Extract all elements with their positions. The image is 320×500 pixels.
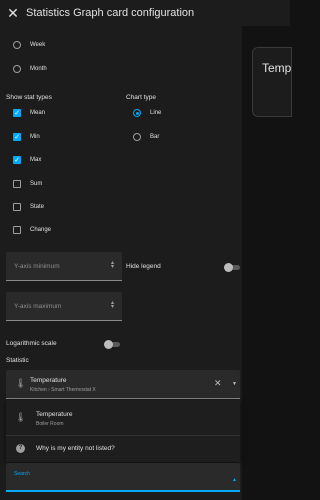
stat-type-mean[interactable]: ✓ Mean	[13, 109, 45, 117]
radio-checked-icon[interactable]	[133, 109, 141, 117]
log-scale-label: Logarithmic scale	[6, 340, 57, 347]
dialog-title: Statistics Graph card configuration	[26, 7, 195, 19]
y-axis-minimum-field[interactable]: Y-axis minimum ▴ ▾	[6, 252, 122, 281]
radio-icon[interactable]	[13, 65, 21, 73]
search-label: Search	[14, 471, 30, 477]
dropdown-arrow-up-icon[interactable]: ▲	[232, 477, 237, 483]
period-option-label: Month	[30, 66, 47, 72]
stepper-icon[interactable]: ▴ ▾	[111, 300, 114, 310]
chart-type-label: Bar	[150, 134, 160, 140]
dropdown-arrow-icon[interactable]: ▼	[232, 381, 237, 387]
thermometer-icon: 🌡	[15, 412, 27, 422]
stat-type-min[interactable]: ✓ Min	[13, 133, 40, 141]
help-circle-icon: ?	[16, 444, 25, 453]
stat-type-label: State	[30, 204, 45, 210]
close-icon[interactable]: ✕	[0, 5, 26, 22]
period-option-month[interactable]: Month	[13, 65, 47, 73]
statistic-picker[interactable]: 🌡 Temperature Kitchen › Smart Thermostat…	[6, 370, 240, 399]
help-option[interactable]: ? Why is my entity not listed?	[6, 436, 240, 462]
stat-type-change[interactable]: Change	[13, 226, 51, 234]
checkbox-icon[interactable]	[13, 203, 21, 211]
help-text: Why is my entity not listed?	[36, 445, 115, 452]
card-preview: Temp	[252, 47, 292, 117]
dropdown-option[interactable]: 🌡 Temperature Boiler Room	[6, 400, 240, 435]
preview-title: Temp	[262, 61, 292, 75]
stat-type-label: Sum	[30, 181, 43, 187]
stat-type-state[interactable]: State	[13, 203, 44, 211]
option-name: Temperature	[36, 411, 73, 418]
chart-type-label: Line	[150, 110, 162, 116]
stat-type-sum[interactable]: Sum	[13, 180, 42, 188]
period-option-label: Week	[30, 42, 46, 48]
dialog-header: ✕ Statistics Graph card configuration	[0, 0, 290, 26]
chart-type-title: Chart type	[126, 94, 156, 101]
clear-icon[interactable]: ✕	[214, 378, 222, 389]
stepper-icon[interactable]: ▴ ▾	[111, 260, 114, 270]
selected-entity-name: Temperature	[30, 377, 67, 384]
toggle-thumb[interactable]	[104, 340, 113, 349]
checkbox-icon[interactable]	[13, 180, 21, 188]
stat-type-label: Change	[30, 227, 52, 233]
hide-legend-label: Hide legend	[126, 263, 161, 270]
radio-icon[interactable]	[13, 41, 21, 49]
thermometer-icon: 🌡	[15, 378, 27, 388]
stat-types-title: Show stat types	[6, 94, 52, 101]
hide-legend-toggle[interactable]	[224, 263, 240, 272]
y-axis-maximum-label: Y-axis maximum	[14, 303, 62, 310]
option-sub: Boiler Room	[36, 421, 64, 427]
radio-icon[interactable]	[133, 133, 141, 141]
period-option-week[interactable]: Week	[13, 41, 45, 49]
statistic-search-field[interactable]: Search ▲	[6, 463, 240, 492]
selected-entity-path: Kitchen › Smart Thermostat X	[30, 387, 96, 393]
chart-type-line[interactable]: Line	[133, 109, 161, 117]
y-axis-minimum-label: Y-axis minimum	[14, 263, 60, 270]
log-scale-toggle[interactable]	[104, 340, 120, 349]
stat-type-label: Max	[30, 157, 42, 163]
statistic-dropdown: 🌡 Temperature Boiler Room ? Why is my en…	[6, 400, 240, 462]
stat-type-label: Min	[30, 134, 40, 140]
checkbox-icon[interactable]	[13, 226, 21, 234]
checkbox-checked-icon[interactable]: ✓	[13, 156, 21, 164]
chart-type-bar[interactable]: Bar	[133, 133, 159, 141]
checkbox-checked-icon[interactable]: ✓	[13, 133, 21, 141]
y-axis-maximum-field[interactable]: Y-axis maximum ▴ ▾	[6, 292, 122, 321]
checkbox-checked-icon[interactable]: ✓	[13, 109, 21, 117]
stat-type-label: Mean	[30, 110, 46, 116]
statistic-title: Statistic	[6, 357, 29, 364]
toggle-thumb[interactable]	[224, 263, 233, 272]
stat-type-max[interactable]: ✓ Max	[13, 156, 41, 164]
